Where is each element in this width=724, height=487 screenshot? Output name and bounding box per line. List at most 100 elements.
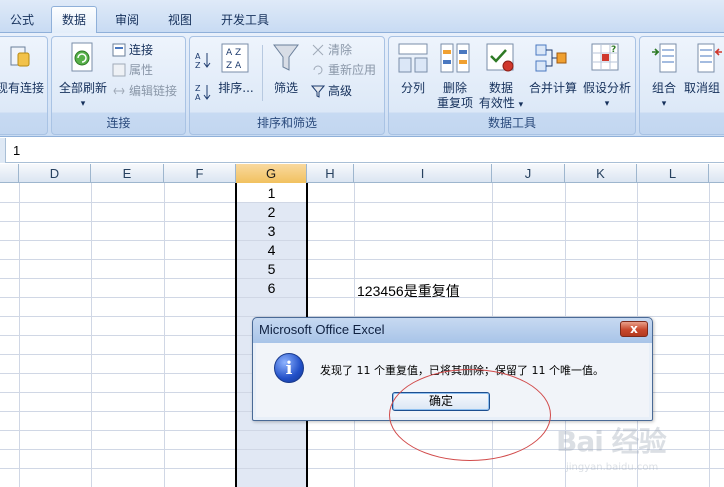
consolidate-icon	[535, 44, 567, 72]
data-validation-button[interactable]: 数据 有效性 ▾	[477, 81, 525, 113]
svg-text:?: ?	[611, 45, 616, 55]
group-connections: 全部刷新 ▾ 连接 属性 编辑链接 连接	[51, 36, 186, 135]
connections-icon	[112, 43, 126, 57]
tab-review[interactable]: 审阅	[104, 8, 150, 33]
close-icon: x	[630, 322, 638, 336]
svg-text:A Z: A Z	[226, 48, 241, 58]
sort-filter-divider	[262, 45, 263, 101]
info-icon: i	[274, 353, 304, 383]
tab-developer[interactable]: 开发工具	[210, 8, 280, 33]
connections-button[interactable]: 连接	[129, 42, 153, 58]
group-label-data-tools: 数据工具	[487, 116, 536, 130]
sort-descending-icon: Z A	[195, 84, 211, 101]
group-label-sort-filter: 排序和筛选	[256, 116, 317, 130]
dialog-title: Microsoft Office Excel	[259, 322, 385, 337]
refresh-all-dropdown-icon[interactable]: ▾	[54, 97, 112, 112]
filter-button[interactable]: 筛选	[266, 81, 306, 96]
cell-g4[interactable]: 4	[236, 242, 307, 258]
svg-text:Z A: Z A	[226, 61, 242, 71]
group-button[interactable]: 组合	[642, 81, 686, 96]
filter-icon	[273, 44, 299, 71]
group-data-tools: 分列 删除 重复项 数据 有效性 ▾ 合并计算 ? 假设分析 ▾ 数据工具	[388, 36, 636, 135]
watermark-text: Bai 经验	[556, 425, 667, 458]
edit-links-icon	[113, 87, 125, 95]
sort-button[interactable]: 排序...	[214, 81, 258, 96]
existing-connection-button[interactable]: 现有连接	[0, 81, 45, 96]
advanced-filter-icon	[311, 85, 325, 98]
refresh-all-icon	[71, 42, 93, 72]
column-header-l[interactable]: L	[637, 164, 709, 183]
remove-duplicates-icon	[440, 43, 470, 73]
clear-filter-icon	[312, 44, 324, 56]
reapply-icon	[313, 65, 323, 75]
existing-connection-icon	[10, 46, 30, 67]
clear-button[interactable]: 清除	[328, 42, 352, 58]
column-header-i[interactable]: I	[354, 164, 492, 183]
ribbon-tab-strip: 公式 数据 审阅 视图 开发工具	[0, 0, 724, 34]
column-header-g[interactable]: G	[236, 164, 307, 183]
group-get-external-data: 现有连接	[0, 36, 48, 135]
what-if-analysis-button[interactable]: 假设分析	[579, 81, 635, 96]
group-dropdown-icon[interactable]: ▾	[642, 97, 686, 112]
column-header-f[interactable]: F	[164, 164, 236, 183]
remove-duplicates-label-1: 删除	[442, 81, 467, 95]
svg-text:A: A	[195, 52, 201, 61]
data-validation-dropdown-icon: ▾	[518, 100, 524, 110]
tab-formulas[interactable]: 公式	[0, 8, 44, 33]
ribbon: 现有连接 全部刷新 ▾ 连接 属性 编辑链接 连接 A Z Z A A Z Z …	[0, 33, 724, 137]
advanced-button[interactable]: 高级	[328, 83, 352, 99]
sort-ascending-icon: A Z	[195, 52, 211, 69]
refresh-all-button[interactable]: 全部刷新	[54, 81, 112, 96]
ungroup-button[interactable]: 取消组	[684, 81, 724, 96]
baidu-watermark: Bai 经验 jingyan.baidu.com	[556, 418, 722, 484]
remove-duplicates-button[interactable]: 删除 重复项	[433, 81, 477, 111]
data-validation-label-1: 数据	[488, 81, 513, 95]
properties-icon	[112, 63, 126, 77]
data-validation-icon	[486, 43, 514, 72]
group-sort-filter: A Z Z A A Z Z A 排序... 筛选 清除 重新应用 高级 排序和筛…	[189, 36, 385, 135]
cell-g2[interactable]: 2	[236, 204, 307, 220]
text-to-columns-icon	[398, 43, 428, 73]
tab-view[interactable]: 视图	[157, 8, 203, 33]
consolidate-button[interactable]: 合并计算	[525, 81, 581, 96]
properties-button[interactable]: 属性	[129, 62, 153, 78]
dialog-close-button[interactable]: x	[620, 321, 648, 337]
cell-g3[interactable]: 3	[236, 223, 307, 239]
grid-line	[0, 259, 724, 260]
column-header-h[interactable]: H	[307, 164, 354, 183]
column-headers: D E F G H I J K L	[0, 164, 724, 183]
grid-line	[0, 221, 724, 222]
column-header-partial[interactable]	[0, 164, 19, 183]
annotation-ellipse	[389, 369, 551, 461]
cell-g1[interactable]: 1	[236, 185, 307, 201]
reapply-button[interactable]: 重新应用	[328, 62, 376, 78]
column-header-d[interactable]: D	[19, 164, 91, 183]
ungroup-icon	[697, 43, 722, 73]
tab-data[interactable]: 数据	[51, 6, 97, 34]
formula-input[interactable]: 1	[13, 143, 20, 158]
cell-i6-note[interactable]: 123456是重复值	[357, 281, 460, 301]
formula-bar: 1	[0, 138, 724, 163]
group-outline: 组合 ▾ 取消组	[639, 36, 724, 135]
sort-icon: A Z Z A	[221, 43, 249, 73]
formula-bar-divider	[0, 138, 6, 163]
svg-text:Z: Z	[195, 84, 201, 93]
grid-line	[0, 202, 724, 203]
what-if-analysis-icon: ?	[591, 43, 619, 71]
group-icon	[652, 43, 677, 73]
column-header-k[interactable]: K	[565, 164, 637, 183]
text-to-columns-button[interactable]: 分列	[391, 81, 435, 96]
what-if-dropdown-icon[interactable]: ▾	[579, 97, 635, 112]
grid-line	[0, 278, 724, 279]
group-label-connections: 连接	[106, 116, 131, 130]
grid-line	[0, 240, 724, 241]
data-validation-label-2: 有效性	[478, 96, 515, 110]
cell-g5[interactable]: 5	[236, 261, 307, 277]
edit-links-button[interactable]: 编辑链接	[129, 83, 177, 99]
watermark-url: jingyan.baidu.com	[566, 462, 659, 473]
column-header-j[interactable]: J	[492, 164, 565, 183]
svg-text:A: A	[195, 93, 201, 101]
remove-duplicates-label-2: 重复项	[436, 96, 473, 110]
cell-g6[interactable]: 6	[236, 280, 307, 296]
column-header-e[interactable]: E	[91, 164, 164, 183]
